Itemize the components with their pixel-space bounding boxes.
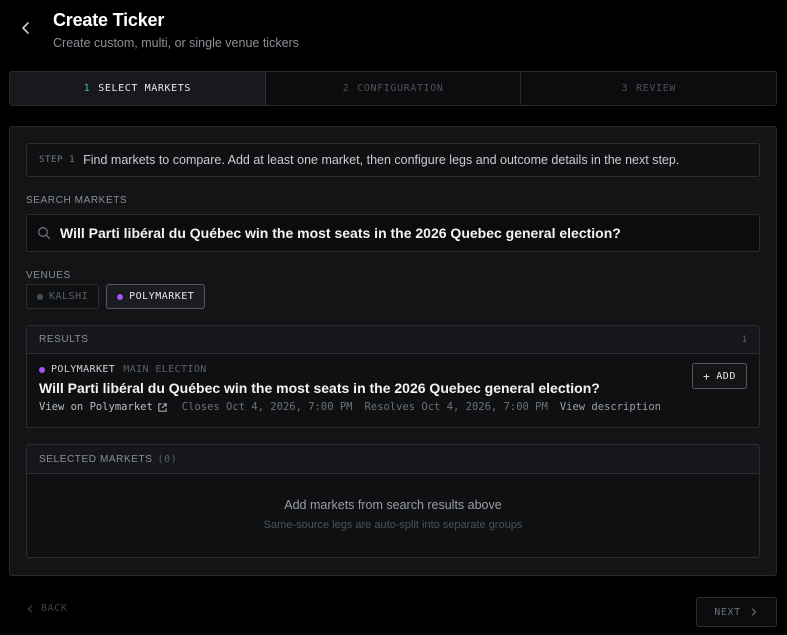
add-button-label: ADD — [716, 370, 736, 382]
results-panel: RESULTS 1 POLYMARKET MAIN ELECTION Will … — [26, 325, 760, 428]
result-meta: POLYMARKET MAIN ELECTION — [39, 364, 747, 375]
search-input[interactable] — [60, 225, 759, 241]
next-button[interactable]: NEXT — [696, 597, 777, 627]
venue-filters: KALSHI POLYMARKET — [26, 284, 206, 309]
step-label: SELECT MARKETS — [98, 83, 191, 94]
result-closes: Closes Oct 4, 2026, 7:00 PM — [181, 401, 353, 413]
step-review[interactable]: 3 REVIEW — [521, 72, 776, 105]
step-label: REVIEW — [636, 83, 676, 94]
result-venue: POLYMARKET — [51, 364, 116, 375]
venue-filter-polymarket[interactable]: POLYMARKET — [106, 284, 206, 309]
venue-label: KALSHI — [49, 291, 89, 302]
view-description-link[interactable]: View description — [560, 401, 661, 413]
step-number: 2 — [342, 83, 350, 94]
result-links: View on Polymarket Closes Oct 4, 2026, 7… — [39, 401, 747, 413]
chevron-left-icon[interactable] — [18, 20, 34, 36]
venue-dot-icon — [37, 293, 43, 300]
results-header: RESULTS 1 — [27, 326, 759, 354]
info-step-label: STEP 1 — [39, 155, 76, 165]
step-number: 1 — [83, 83, 91, 94]
page-subtitle: Create custom, multi, or single venue ti… — [53, 36, 299, 50]
result-item: POLYMARKET MAIN ELECTION Will Parti libé… — [27, 354, 759, 427]
next-button-label: NEXT — [714, 606, 741, 618]
stepper: 1 SELECT MARKETS 2 CONFIGURATION 3 REVIE… — [9, 71, 777, 106]
chevron-left-icon — [27, 604, 33, 613]
search-box[interactable] — [26, 214, 760, 252]
venue-dot-icon — [39, 366, 45, 373]
result-resolves: Resolves Oct 4, 2026, 7:00 PM — [364, 401, 548, 413]
back-button[interactable]: BACK — [25, 603, 67, 614]
empty-state-subtitle: Same-source legs are auto-split into sep… — [263, 519, 523, 531]
empty-state-title: Add markets from search results above — [284, 498, 502, 512]
plus-icon: + — [703, 369, 711, 383]
venue-dot-icon — [117, 293, 124, 300]
search-label: SEARCH MARKETS — [26, 195, 128, 206]
venue-label: POLYMARKET — [129, 291, 195, 302]
selected-markets-panel: SELECTED MARKETS (0) Add markets from se… — [26, 444, 760, 558]
selected-markets-label: SELECTED MARKETS — [39, 453, 153, 465]
results-label: RESULTS — [39, 334, 89, 345]
step-info-box: STEP 1 Find markets to compare. Add at l… — [26, 143, 760, 177]
view-link-label: View on Polymarket — [39, 401, 153, 413]
external-link-icon — [158, 402, 167, 412]
select-markets-card: STEP 1 Find markets to compare. Add at l… — [9, 126, 777, 576]
result-title: Will Parti libéral du Québec win the mos… — [39, 380, 600, 396]
results-count: 1 — [741, 334, 747, 345]
selected-markets-header: SELECTED MARKETS (0) — [27, 445, 759, 474]
view-on-polymarket-link[interactable]: View on Polymarket — [39, 401, 168, 413]
page-header: Create Ticker Create custom, multi, or s… — [0, 0, 787, 64]
chevron-right-icon — [751, 608, 757, 616]
step-select-markets[interactable]: 1 SELECT MARKETS — [10, 72, 266, 105]
step-number: 3 — [621, 83, 629, 94]
result-group: MAIN ELECTION — [123, 364, 207, 375]
step-label: CONFIGURATION — [357, 83, 444, 94]
venues-label: VENUES — [26, 270, 71, 281]
back-button-label: BACK — [41, 603, 68, 614]
search-icon — [38, 227, 51, 240]
venue-filter-kalshi[interactable]: KALSHI — [26, 284, 100, 309]
step-configuration[interactable]: 2 CONFIGURATION — [266, 72, 522, 105]
page-title: Create Ticker — [53, 10, 165, 30]
info-text: Find markets to compare. Add at least on… — [83, 153, 680, 167]
add-market-button[interactable]: + ADD — [692, 363, 747, 389]
selected-markets-count: (0) — [157, 453, 178, 465]
